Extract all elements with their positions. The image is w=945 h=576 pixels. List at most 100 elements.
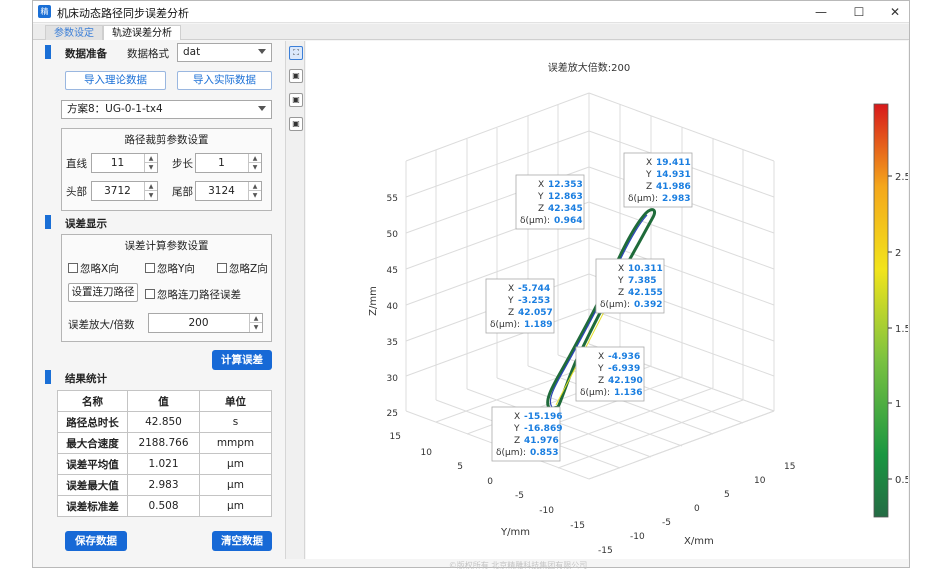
checkbox-icon [145,289,155,299]
cb-tick: 2.5 [895,172,908,183]
row-unit: mmpm [199,432,272,454]
close-button[interactable]: ✕ [881,4,909,20]
section-marker [45,45,51,59]
step-stepper[interactable]: 1 ▲ ▼ [195,153,262,173]
cb-tick: 2 [895,248,901,259]
annotation-box: X -5.744 Y -3.253 Z 42.057 δ(μm): 1.189 [485,278,555,334]
tab-trajectory-error[interactable]: 轨迹误差分析 [103,25,181,40]
annotation-key: X [514,412,520,422]
grid-lines [405,92,775,480]
stepper-down-icon[interactable]: ▼ [248,163,261,172]
annotation-value: 0.964 [554,216,582,226]
cb-tick: 1 [895,399,901,410]
app-logo-icon: 精 [38,5,51,18]
annotation-key: δ(μm): [496,448,526,458]
annotation-value: 42.155 [628,288,663,298]
z-tick: 25 [387,409,398,419]
annotation-value: -16.869 [524,424,562,434]
annotation-key: Z [646,182,652,192]
save-data-button[interactable]: 保存数据 [65,531,127,551]
import-theory-button[interactable]: 导入理论数据 [65,71,166,90]
annotation-value: 41.976 [524,436,559,446]
stepper-up-icon[interactable]: ▲ [144,154,157,163]
row-unit: μm [199,453,272,475]
view-front-icon[interactable]: ▣ [289,69,303,83]
stepper-down-icon[interactable]: ▼ [248,191,261,200]
set-path-button[interactable]: 设置连刀路径 [68,283,138,302]
annotation-key: X [598,352,604,362]
clear-data-button[interactable]: 清空数据 [212,531,272,551]
minimize-button[interactable]: — [807,4,835,20]
plot-area[interactable]: 误差放大倍数:200 25 30 35 40 45 50 55 Z/mm 15 … [306,41,911,559]
y-tick: 5 [457,462,463,472]
ignore-z-checkbox[interactable]: 忽略Z向 [217,261,268,276]
row-value: 2188.766 [127,432,200,454]
stepper-down-icon[interactable]: ▼ [144,191,157,200]
x-tick: 15 [784,462,795,472]
ignore-y-checkbox[interactable]: 忽略Y向 [145,261,195,276]
annotation-key: Y [507,296,514,306]
error-calc-title: 误差计算参数设置 [124,240,209,252]
annotation-key: X [618,264,624,274]
row-name: 最大合速度 [57,432,128,454]
section-marker [45,370,51,384]
annotation-value: 2.983 [662,194,690,204]
calc-error-button[interactable]: 计算误差 [212,350,272,370]
plot-svg: 误差放大倍数:200 25 30 35 40 45 50 55 Z/mm 15 … [368,61,911,556]
checkbox-icon [68,263,78,273]
stepper-up-icon[interactable]: ▲ [248,154,261,163]
annotation-value: 1.136 [614,388,642,398]
annotation-value: 10.311 [628,264,663,274]
stepper-down-icon[interactable]: ▼ [144,163,157,172]
import-actual-button[interactable]: 导入实际数据 [177,71,272,90]
z-tick: 55 [387,194,398,204]
magnification-stepper[interactable]: 200 ▲ ▼ [148,313,263,333]
window-title: 机床动态路径同步误差分析 [57,7,189,20]
section-marker [45,215,51,229]
stepper-up-icon[interactable]: ▲ [248,182,261,191]
stepper-up-icon[interactable]: ▲ [144,182,157,191]
data-prep-title: 数据准备 [65,48,107,60]
path-params-title: 路径裁剪参数设置 [124,134,209,146]
annotation-value: -4.936 [608,352,640,362]
row-value: 2.983 [127,474,200,496]
title-bar: 精 机床动态路径同步误差分析 — ☐ ✕ [33,1,909,23]
z-tick: 50 [387,230,399,240]
table-row: 误差最大值 2.983 μm [57,474,272,496]
row-name: 误差最大值 [57,474,128,496]
stepper-up-icon[interactable]: ▲ [249,314,262,323]
fit-view-icon[interactable]: ⛶ [289,46,303,60]
x-tick: -5 [662,518,671,528]
magnification-label: 误差放大/倍数 [68,319,135,331]
plot-title: 误差放大倍数:200 [548,61,630,74]
ignore-path-checkbox[interactable]: 忽略连刀路径误差 [145,287,241,302]
annotation-key: δ(μm): [628,194,658,204]
stepper-down-icon[interactable]: ▼ [249,323,262,332]
annotation-value: 1.189 [524,320,552,330]
annotation-key: X [508,284,514,294]
ignore-x-checkbox[interactable]: 忽略X向 [68,261,119,276]
tail-stepper[interactable]: 3124 ▲ ▼ [195,181,262,201]
tab-params[interactable]: 参数设定 [45,25,103,40]
view-top-icon[interactable]: ▣ [289,117,303,131]
colorbar [873,103,889,518]
y-axis-label: Y/mm [500,527,530,538]
y-tick: -5 [515,491,524,501]
annotation-value: 7.385 [628,276,656,286]
line-stepper[interactable]: 11 ▲ ▼ [91,153,158,173]
annotation-value: -15.196 [524,412,562,422]
ignore-path-label: 忽略连刀路径误差 [157,289,241,301]
head-stepper[interactable]: 3712 ▲ ▼ [91,181,158,201]
view-side-icon[interactable]: ▣ [289,93,303,107]
path-params-group: 路径裁剪参数设置 直线 11 ▲ ▼ 步长 1 ▲ ▼ 头部 3712 ▲ ▼ … [61,128,272,211]
error-calc-group: 误差计算参数设置 忽略X向 忽略Y向 忽略Z向 设置连刀路径 忽略连刀路径误差 … [61,234,272,342]
annotation-key: δ(μm): [490,320,520,330]
results-title: 结果统计 [65,373,107,385]
format-select-value: dat [183,46,201,58]
scheme-select[interactable]: 方案8：UG-0-1-tx4 [61,100,272,119]
format-select[interactable]: dat [177,43,272,62]
app-window: 精 机床动态路径同步误差分析 — ☐ ✕ 参数设定 轨迹误差分析 数据准备 数据… [32,0,911,568]
row-value: 0.508 [127,495,200,517]
maximize-button[interactable]: ☐ [845,4,873,20]
cb-tick: 0.5 [895,475,908,486]
